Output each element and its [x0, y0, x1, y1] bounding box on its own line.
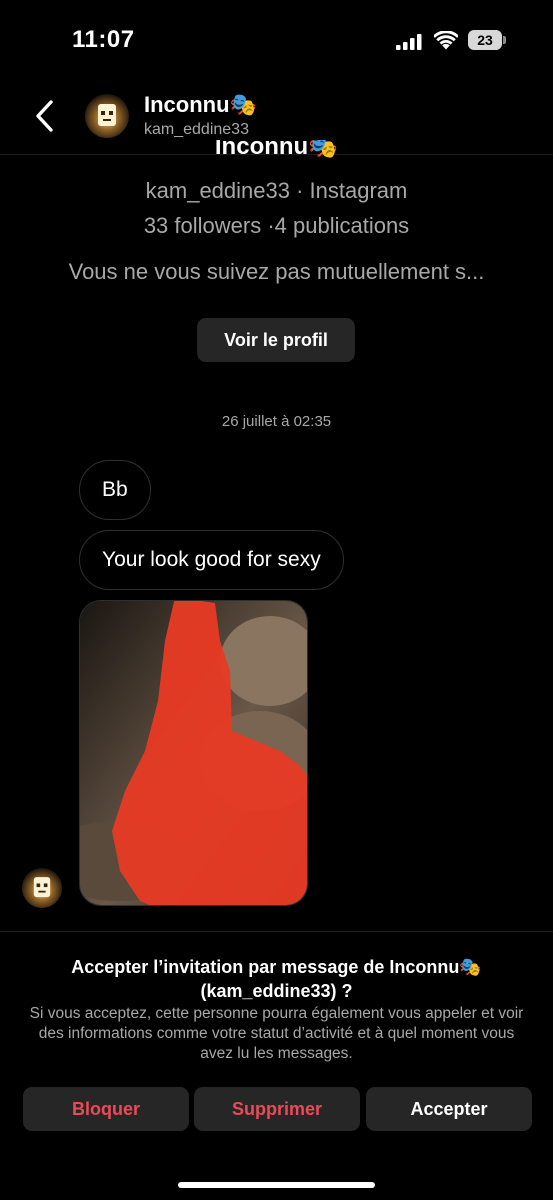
panel-divider: [0, 931, 553, 932]
profile-stats: 33 followers ·4 publications: [143, 213, 410, 238]
chevron-left-icon[interactable]: [30, 96, 60, 136]
message-bubble[interactable]: Bb: [79, 460, 151, 520]
request-title: Accepter l’invitation par message de Inc…: [71, 957, 482, 1001]
message-bubble[interactable]: Your look good for sexy: [79, 530, 344, 590]
status-time: 11:07: [72, 26, 135, 53]
home-indicator[interactable]: [178, 1182, 375, 1188]
delete-button[interactable]: Supprimer: [194, 1087, 360, 1131]
request-description: Si vous acceptez, cette personne pourra …: [29, 1005, 524, 1062]
conversation-title[interactable]: Inconnu🎭: [144, 92, 257, 118]
battery-icon: 23: [468, 30, 506, 50]
battery-level: 23: [468, 30, 502, 50]
conversation-username: kam_eddine33: [144, 121, 249, 138]
view-profile-button[interactable]: Voir le profil: [197, 318, 355, 362]
message-timestamp: 26 juillet à 02:35: [221, 413, 332, 430]
sender-avatar[interactable]: [22, 868, 62, 908]
profile-name: Inconnu🎭: [214, 140, 339, 160]
wifi-icon: [434, 31, 458, 50]
cellular-signal-icon: [396, 34, 422, 50]
profile-mutual-info: Vous ne vous suivez pas mutuellement s..…: [68, 259, 485, 284]
accept-button[interactable]: Accepter: [366, 1087, 532, 1131]
block-button[interactable]: Bloquer: [23, 1087, 189, 1131]
avatar[interactable]: [85, 94, 129, 138]
photo-message-redacted[interactable]: [79, 600, 308, 906]
profile-subtitle: kam_eddine33 · Instagram: [145, 178, 408, 203]
